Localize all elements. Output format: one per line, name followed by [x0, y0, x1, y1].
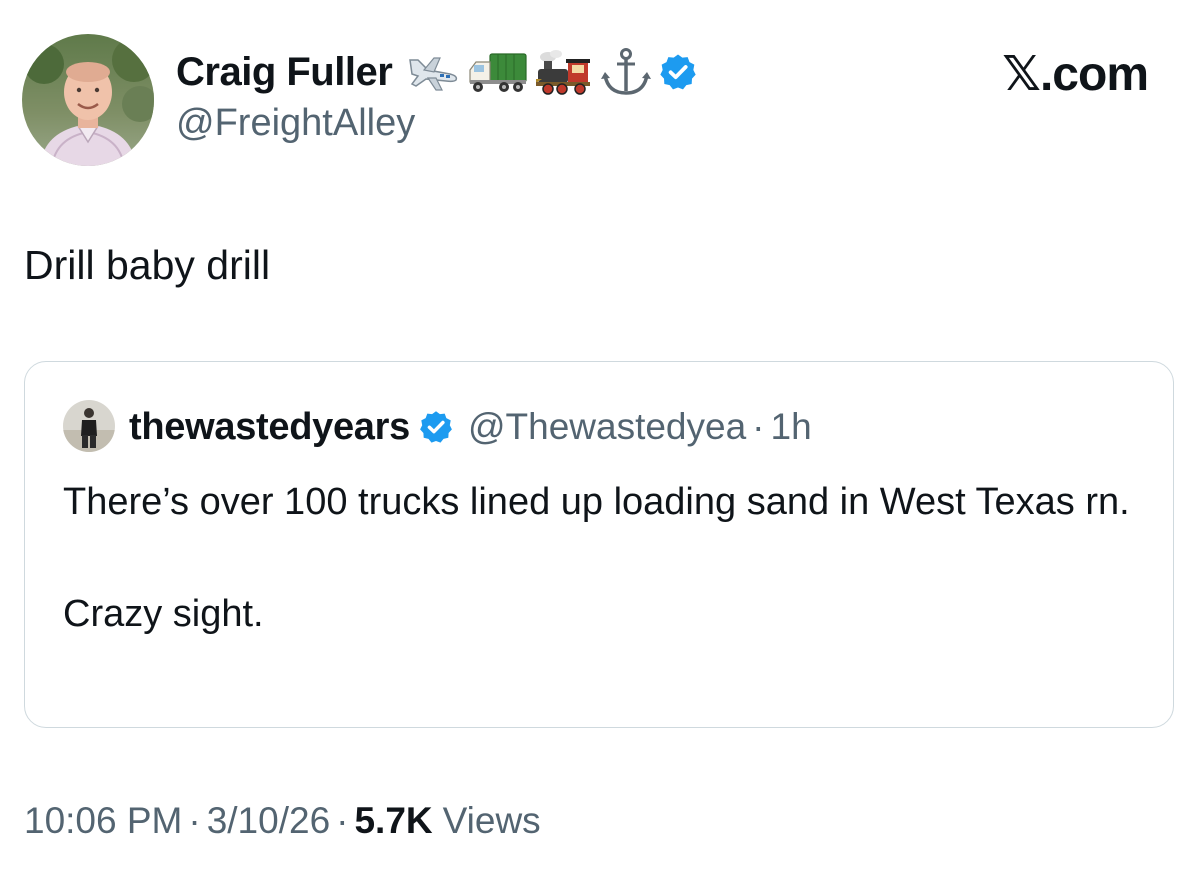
meta-separator: ·	[188, 800, 201, 841]
locomotive-icon	[536, 50, 591, 95]
quoted-tweet-card[interactable]: thewastedyears @Thewastedyea · 1h There’…	[24, 361, 1174, 728]
views-label: Views	[442, 800, 541, 841]
views-count[interactable]: 5.7K	[354, 800, 432, 842]
verified-badge-icon	[420, 411, 452, 443]
author-name[interactable]: Craig Fuller	[176, 50, 393, 95]
author-avatar[interactable]	[22, 34, 154, 166]
quoted-tweet-text: There’s over 100 trucks lined up loading…	[63, 474, 1143, 642]
author-handle[interactable]: @FreightAlley	[176, 102, 415, 145]
quoted-author-handle[interactable]: @Thewastedyea	[468, 406, 746, 448]
tweet-date[interactable]: 3/10/26	[207, 800, 330, 842]
quoted-author-name[interactable]: thewastedyears	[129, 406, 410, 449]
quoted-author-avatar[interactable]	[63, 400, 115, 452]
author-name-row: Craig Fuller	[176, 42, 698, 102]
tweet-time[interactable]: 10:06 PM	[24, 800, 182, 842]
quoted-tweet-paragraph: There’s over 100 trucks lined up loading…	[63, 481, 1130, 523]
tweet-text: Drill baby drill	[24, 242, 271, 288]
tweet-screenshot: Craig Fuller @FreightAlley 𝕏.com Drill b…	[0, 0, 1200, 881]
meta-separator: ·	[752, 406, 765, 447]
author-emoji-strip	[406, 47, 698, 97]
quoted-tweet-time[interactable]: 1h	[771, 406, 812, 448]
airplane-icon	[409, 57, 458, 91]
truck-icon	[469, 53, 527, 92]
meta-separator: ·	[336, 800, 349, 841]
brand-logo-text: 𝕏.com	[1002, 48, 1149, 101]
verified-badge-icon	[660, 54, 696, 90]
anchor-icon	[601, 48, 652, 95]
quoted-tweet-paragraph: Crazy sight.	[63, 593, 264, 635]
tweet-metadata-footer: 10:06 PM · 3/10/26 · 5.7K Views	[24, 800, 541, 842]
quoted-tweet-header: thewastedyears @Thewastedyea · 1h	[129, 402, 812, 452]
